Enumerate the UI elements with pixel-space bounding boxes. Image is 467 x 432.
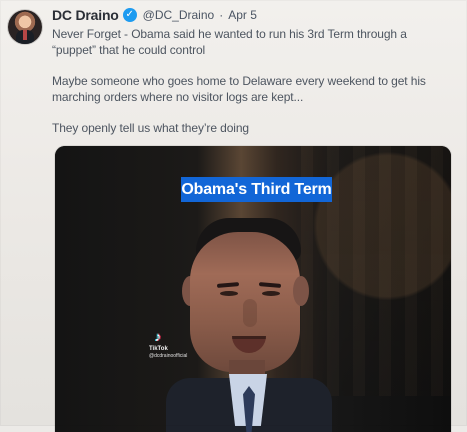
tweet-line-3: Maybe someone who goes home to Delaware … bbox=[52, 74, 426, 88]
tiktok-label: TikTok bbox=[149, 346, 168, 352]
verified-icon: ✓ bbox=[122, 8, 137, 22]
avatar[interactable] bbox=[8, 10, 42, 44]
nose-shape bbox=[243, 299, 257, 327]
tweet-post: DC Draino ✓ @DC_Draino · Apr 5 Never For… bbox=[52, 6, 457, 151]
right-eye bbox=[262, 291, 280, 296]
tiktok-icon: ♪ bbox=[154, 329, 162, 344]
tweet-line-1: Never Forget - Obama said he wanted to r… bbox=[52, 27, 407, 41]
post-screen: DC Draino ✓ @DC_Draino · Apr 5 Never For… bbox=[0, 0, 467, 432]
tweet-paragraph-1: Never Forget - Obama said he wanted to r… bbox=[52, 26, 457, 58]
video-title-overlay: Obama's Third Term bbox=[181, 177, 332, 202]
user-handle[interactable]: @DC_Draino bbox=[143, 6, 215, 24]
post-header: DC Draino ✓ @DC_Draino · Apr 5 bbox=[52, 6, 457, 24]
post-date[interactable]: Apr 5 bbox=[228, 6, 257, 24]
tweet-line-5: They openly tell us what they’re doing bbox=[52, 121, 249, 135]
tweet-paragraph-2: Maybe someone who goes home to Delaware … bbox=[52, 73, 457, 105]
tweet-paragraph-3: They openly tell us what they’re doing bbox=[52, 120, 457, 136]
header-separator: · bbox=[219, 8, 224, 22]
video-media[interactable]: Obama's Third Term ♪ TikTok @dcdrainooff… bbox=[55, 146, 451, 432]
display-name[interactable]: DC Draino bbox=[52, 6, 119, 24]
left-eye bbox=[220, 291, 238, 296]
tweet-text: Never Forget - Obama said he wanted to r… bbox=[52, 26, 457, 136]
tweet-line-2: “puppet” that he could control bbox=[52, 43, 206, 57]
tweet-line-4: marching orders where no visitor logs ar… bbox=[52, 90, 304, 104]
tiktok-handle: @dcdrainoofficial bbox=[149, 353, 188, 359]
speaker-image bbox=[148, 218, 332, 432]
right-ear bbox=[293, 276, 309, 306]
